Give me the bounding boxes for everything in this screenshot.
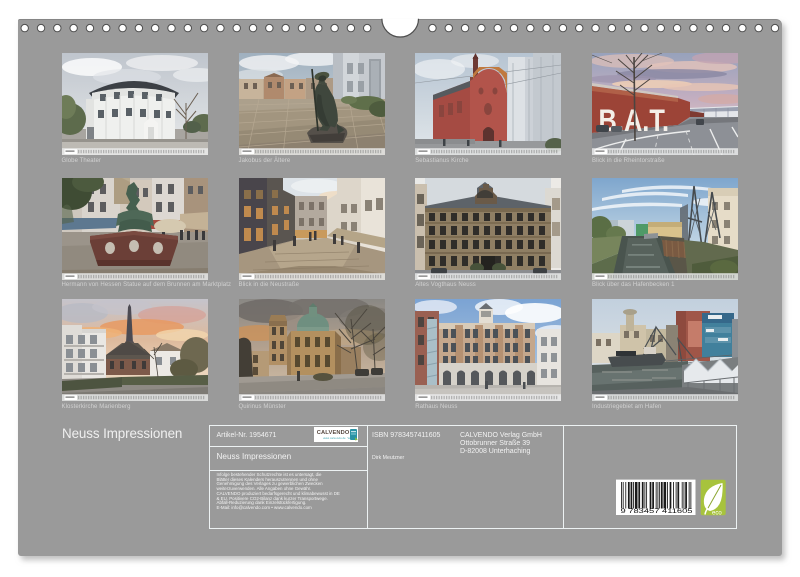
svg-text:9 783457 411605: 9 783457 411605 — [621, 508, 693, 515]
svg-text:eco: eco — [712, 510, 722, 516]
